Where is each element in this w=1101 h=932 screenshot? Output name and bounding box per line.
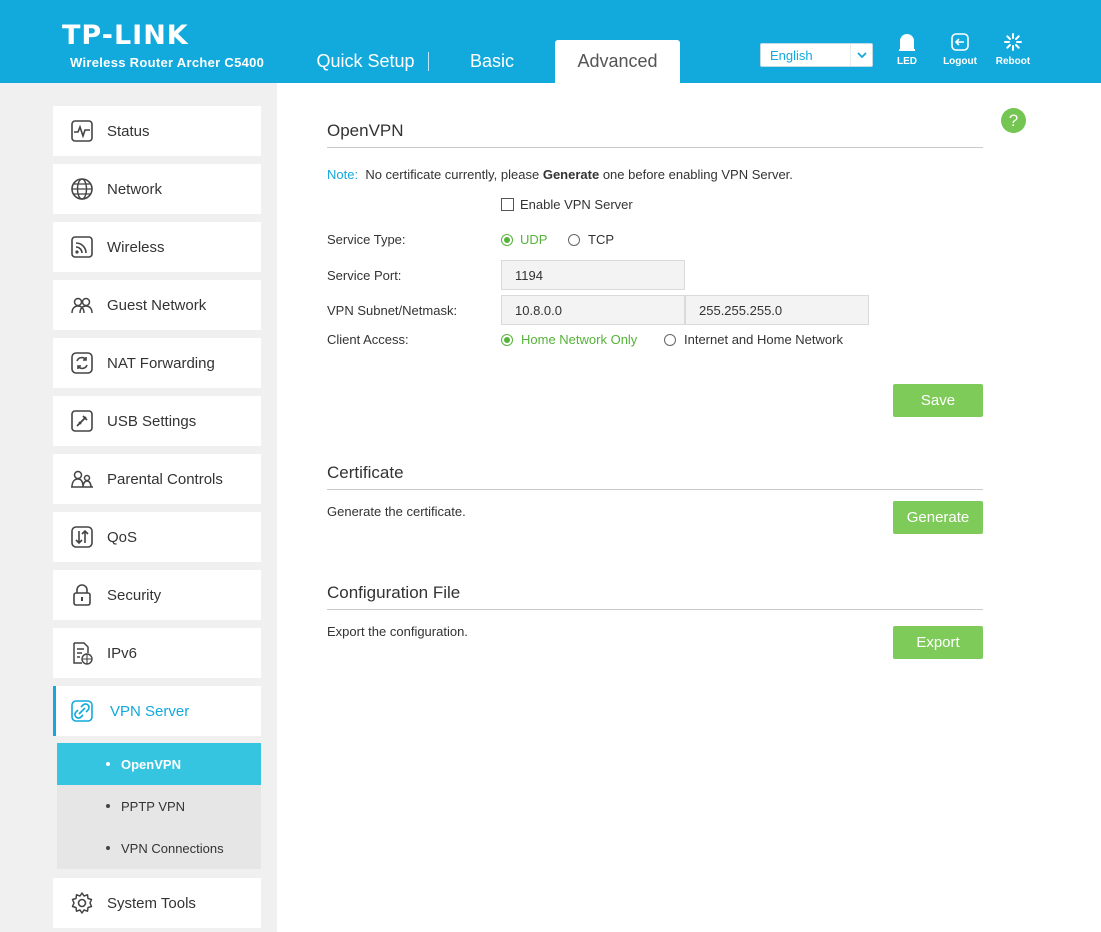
generate-button[interactable]: Generate [893, 501, 983, 534]
sidebar-item-label: Parental Controls [107, 470, 223, 488]
usb-icon [71, 410, 93, 432]
reboot-button[interactable]: Reboot [990, 32, 1036, 72]
sidebar-item-guest-network[interactable]: Guest Network [53, 280, 261, 330]
logout-label: Logout [943, 56, 977, 67]
subnet-input[interactable]: 10.8.0.0 [501, 295, 685, 325]
reboot-icon [1004, 33, 1022, 51]
sidebar-item-wireless[interactable]: Wireless [53, 222, 261, 272]
top-header: TP-LINK Wireless Router Archer C5400 Qui… [0, 0, 1101, 83]
logout-icon [951, 33, 969, 51]
save-button[interactable]: Save [893, 384, 983, 417]
submenu-label: PPTP VPN [121, 798, 186, 814]
gear-icon [71, 892, 93, 914]
tab-separator [428, 52, 429, 71]
sidebar-item-label: Status [107, 122, 150, 140]
led-icon [899, 34, 915, 51]
netmask-input[interactable]: 255.255.255.0 [685, 295, 869, 325]
vpn-submenu: OpenVPN PPTP VPN VPN Connections [57, 743, 261, 869]
sidebar-item-label: USB Settings [107, 412, 197, 430]
qos-icon [71, 526, 93, 548]
wireless-icon [71, 236, 93, 258]
section-divider [327, 609, 983, 610]
sidebar-item-label: VPN Server [110, 702, 190, 720]
note-label: Note: [327, 167, 359, 182]
sidebar-item-qos[interactable]: QoS [53, 512, 261, 562]
sidebar-item-ipv6[interactable]: IPv6 [53, 628, 261, 678]
tp-link-logo: TP-LINK [62, 20, 189, 51]
service-port-label: Service Port: [327, 268, 402, 283]
led-button[interactable]: LED [884, 32, 930, 72]
sidebar-item-label: NAT Forwarding [107, 354, 215, 372]
note-bold: Generate [542, 167, 600, 182]
sidebar-item-label: Wireless [107, 238, 165, 256]
service-type-label: Service Type: [327, 232, 406, 247]
enable-vpn-checkbox[interactable] [501, 198, 514, 211]
udp-label: UDP [520, 232, 548, 247]
section-title-openvpn: OpenVPN [327, 121, 404, 140]
sidebar-item-nat-forwarding[interactable]: NAT Forwarding [53, 338, 261, 388]
submenu-item-pptp-vpn[interactable]: PPTP VPN [57, 785, 261, 827]
home-network-only-radio[interactable] [501, 334, 513, 346]
udp-radio[interactable] [501, 234, 513, 246]
guest-icon [71, 297, 93, 314]
submenu-item-vpn-connections[interactable]: VPN Connections [57, 827, 261, 869]
section-divider [327, 489, 983, 490]
home-network-only-label: Home Network Only [521, 332, 638, 347]
submenu-item-openvpn[interactable]: OpenVPN [57, 743, 261, 785]
enable-vpn-label: Enable VPN Server [520, 197, 633, 212]
tab-basic[interactable]: Basic [430, 40, 554, 83]
service-port-input[interactable]: 1194 [501, 260, 685, 290]
status-icon [71, 120, 93, 142]
subnet-label: VPN Subnet/Netmask: [327, 303, 458, 318]
sidebar-item-security[interactable]: Security [53, 570, 261, 620]
note-pre: No certificate currently, please [365, 167, 540, 182]
note-text: Note: No certificate currently, please G… [327, 167, 793, 182]
client-access-label: Client Access: [327, 332, 409, 347]
lock-icon [73, 584, 91, 606]
logout-button[interactable]: Logout [937, 32, 983, 72]
led-label: LED [897, 56, 917, 67]
globe-icon [71, 178, 93, 200]
sidebar-item-parental-controls[interactable]: Parental Controls [53, 454, 261, 504]
tcp-label: TCP [588, 232, 614, 247]
config-desc: Export the configuration. [327, 624, 468, 639]
internet-home-label: Internet and Home Network [684, 332, 843, 347]
sidebar-item-system-tools[interactable]: System Tools [53, 878, 261, 928]
tab-quick-setup[interactable]: Quick Setup [303, 40, 428, 83]
reboot-label: Reboot [995, 56, 1031, 67]
section-title-certificate: Certificate [327, 463, 404, 482]
sidebar-item-status[interactable]: Status [53, 106, 261, 156]
tcp-radio[interactable] [568, 234, 580, 246]
sidebar-item-network[interactable]: Network [53, 164, 261, 214]
router-model: Wireless Router Archer C5400 [70, 55, 265, 70]
sidebar-item-vpn-server[interactable]: VPN Server [53, 686, 261, 736]
chevron-down-icon [850, 44, 872, 66]
sidebar-item-label: QoS [107, 528, 138, 546]
tab-advanced[interactable]: Advanced [555, 40, 680, 83]
ipv6-icon [73, 642, 93, 665]
sidebar-item-label: Security [107, 586, 162, 604]
certificate-desc: Generate the certificate. [327, 504, 466, 519]
vpn-icon [71, 700, 93, 722]
sidebar-item-label: Guest Network [107, 296, 207, 314]
help-icon[interactable]: ? [1001, 108, 1026, 133]
export-button[interactable]: Export [893, 626, 983, 659]
sidebar-item-usb-settings[interactable]: USB Settings [53, 396, 261, 446]
submenu-label: VPN Connections [121, 840, 224, 856]
internet-home-radio[interactable] [664, 334, 676, 346]
note-post: one before enabling VPN Server. [602, 167, 793, 182]
sidebar-item-label: Network [107, 180, 163, 198]
section-divider [327, 147, 983, 148]
sidebar-item-label: System Tools [107, 894, 196, 912]
language-value: English [770, 47, 813, 63]
section-title-config-file: Configuration File [327, 583, 461, 602]
submenu-label: OpenVPN [121, 756, 181, 772]
sidebar-item-label: IPv6 [107, 644, 138, 662]
language-select[interactable]: English [760, 43, 873, 67]
nat-icon [71, 352, 93, 374]
parental-icon [71, 470, 93, 488]
